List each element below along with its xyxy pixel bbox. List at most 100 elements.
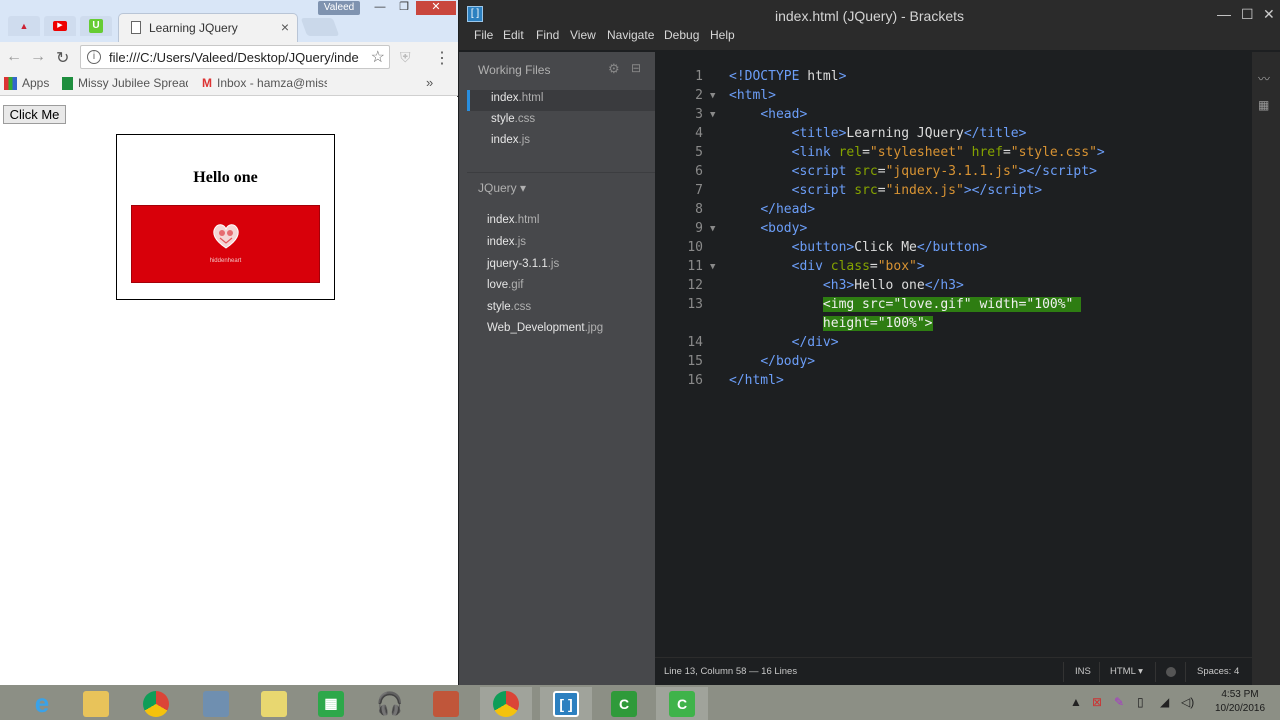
fold-arrow-icon[interactable]: ▼ [710, 91, 715, 101]
bookmark-inbox[interactable]: M Inbox - hamza@miss [202, 76, 327, 90]
line-number: 11 [687, 259, 703, 274]
project-file-index-js[interactable]: index.js [487, 236, 526, 248]
taskbar-tools[interactable] [420, 687, 472, 720]
spreadsheet-icon: ▦ [318, 690, 344, 717]
bookmark-apps[interactable]: Apps [4, 76, 49, 90]
close-window-icon[interactable]: ✕ [416, 1, 456, 15]
code-line-13-wrap: height="100%"> [822, 316, 933, 331]
file-ext: .css [510, 301, 532, 313]
fold-arrow-icon[interactable]: ▼ [710, 262, 715, 272]
more-bookmarks-icon[interactable]: » [426, 75, 433, 90]
address-bar[interactable]: i file:///C:/Users/Valeed/Desktop/JQuery… [80, 45, 390, 69]
new-tab-button[interactable] [300, 18, 340, 36]
apps-grid-icon [4, 76, 17, 90]
fold-arrow-icon[interactable]: ▼ [710, 224, 715, 234]
fold-arrow-icon[interactable]: ▼ [710, 110, 715, 120]
taskbar-ie[interactable]: e [16, 687, 68, 720]
project-file-style-css[interactable]: style.css [487, 301, 531, 313]
tab-learning-jquery[interactable]: Learning JQuery × [118, 13, 298, 42]
taskbar: e ▦ 🎧 [ ] C C ▲ ⊠ ✎ ▯ ◢ ◁) 4:53 PM 10/20… [0, 685, 1280, 720]
close-tab-icon[interactable]: × [281, 19, 289, 35]
menu-debug[interactable]: Debug [664, 28, 699, 42]
reload-icon[interactable]: ↻ [56, 48, 69, 68]
extension-shield-icon[interactable]: ⛨ [400, 49, 411, 66]
menu-file[interactable]: File [474, 28, 493, 42]
menu-edit[interactable]: Edit [503, 28, 524, 42]
working-file-index-html[interactable]: index.html [491, 92, 543, 104]
profile-badge[interactable]: Valeed [318, 1, 360, 15]
file-name: style [487, 301, 511, 313]
linter-status-icon[interactable] [1166, 667, 1176, 677]
gear-icon[interactable]: ⚙ [608, 61, 620, 77]
click-me-button[interactable]: Click Me [3, 105, 66, 124]
headphones-icon: 🎧 [376, 690, 404, 716]
line-number: 1 [695, 69, 703, 84]
volume-icon[interactable]: ◁) [1181, 695, 1194, 709]
chrome-menu-icon[interactable]: ⋮ [434, 48, 450, 68]
forward-arrow-icon[interactable]: → [30, 48, 46, 66]
project-file-love-gif[interactable]: love.gif [487, 279, 523, 291]
taskbar-chrome-1[interactable] [130, 687, 182, 720]
file-ext: .html [514, 214, 540, 226]
taskbar-chrome-2[interactable] [480, 687, 532, 720]
taskbar-camtasia-1[interactable]: C [598, 687, 650, 720]
language-select[interactable]: HTML ▾ [1110, 666, 1143, 677]
taskbar-notes[interactable] [248, 687, 300, 720]
taskbar-sheets[interactable]: ▦ [305, 687, 357, 720]
working-file-style-css[interactable]: style.css [491, 113, 535, 125]
indent-spaces[interactable]: Spaces: 4 [1197, 666, 1239, 677]
show-hidden-icons[interactable]: ▲ [1070, 695, 1082, 709]
taskbar-explorer[interactable] [70, 687, 122, 720]
bookmark-missy-jubilee[interactable]: Missy Jubilee Spreads [62, 76, 188, 90]
window-title: index.html (JQuery) - Brackets [774, 8, 965, 24]
menu-help[interactable]: Help [710, 28, 735, 42]
menu-find[interactable]: Find [536, 28, 559, 42]
maximize-icon[interactable]: ☐ [1241, 6, 1254, 23]
chrome-icon [143, 690, 169, 717]
file-name: jquery-3.1.1 [487, 258, 548, 270]
split-view-icon[interactable]: ⊟ [631, 61, 641, 75]
camtasia-recorder-icon: C [669, 690, 695, 717]
maximize-icon[interactable]: ❐ [392, 1, 416, 15]
close-window-icon[interactable]: ✕ [1263, 6, 1275, 23]
working-file-index-js[interactable]: index.js [491, 134, 530, 146]
tray-device-icon[interactable]: ▯ [1137, 695, 1144, 709]
pinned-tab-u[interactable]: U [80, 16, 112, 36]
info-icon[interactable]: i [87, 50, 101, 64]
code-line-3: <head> [760, 107, 808, 122]
back-arrow-icon[interactable]: ← [6, 48, 22, 66]
extension-manager-icon[interactable]: ▦ [1258, 98, 1274, 112]
line-number: 5 [695, 145, 703, 160]
file-name: index [491, 134, 519, 146]
minimize-icon[interactable]: — [368, 1, 392, 15]
project-dropdown[interactable]: JQuery ▾ [478, 181, 526, 195]
code-editor[interactable]: 1 2 3 4 5 6 7 8 9 10 11 12 13 14 15 16 ▼… [655, 52, 1252, 657]
document-icon [131, 21, 141, 34]
tray-app-icon[interactable]: ⊠ [1092, 695, 1102, 709]
clock-time: 4:53 PM [1221, 689, 1259, 700]
taskbar-camtasia-2[interactable]: C [656, 687, 708, 720]
taskbar-audio[interactable]: 🎧 [364, 687, 416, 720]
system-clock[interactable]: 4:53 PM 10/20/2016 [1200, 688, 1280, 716]
menu-navigate[interactable]: Navigate [607, 28, 654, 42]
address-url[interactable]: file:///C:/Users/Valeed/Desktop/JQuery/i… [109, 50, 367, 65]
internet-explorer-icon: e [34, 688, 50, 718]
folder-icon [83, 690, 109, 717]
project-file-index-html[interactable]: index.html [487, 214, 539, 226]
taskbar-brackets[interactable]: [ ] [540, 687, 592, 720]
tab-title: Learning JQuery [149, 21, 238, 35]
project-file-web-development[interactable]: Web_Development.jpg [487, 322, 603, 334]
live-preview-icon[interactable]: 〰 [1258, 70, 1274, 86]
taskbar-calculator[interactable] [190, 687, 242, 720]
chrome-titlebar: ▲ ▶ U Learning JQuery × Valeed — ❐ ✕ [0, 0, 458, 42]
pinned-tab-pma[interactable]: ▲ [8, 16, 40, 36]
project-file-jquery[interactable]: jquery-3.1.1.js [487, 258, 559, 270]
code-line-9: <body> [760, 221, 808, 236]
tray-pen-icon[interactable]: ✎ [1114, 695, 1124, 709]
network-icon[interactable]: ◢ [1160, 695, 1169, 709]
menu-view[interactable]: View [570, 28, 596, 42]
insert-mode-toggle[interactable]: INS [1075, 666, 1091, 677]
pinned-tab-youtube[interactable]: ▶ [44, 16, 76, 36]
bookmark-star-icon[interactable]: ☆ [371, 47, 385, 67]
minimize-icon[interactable]: — [1217, 6, 1231, 22]
